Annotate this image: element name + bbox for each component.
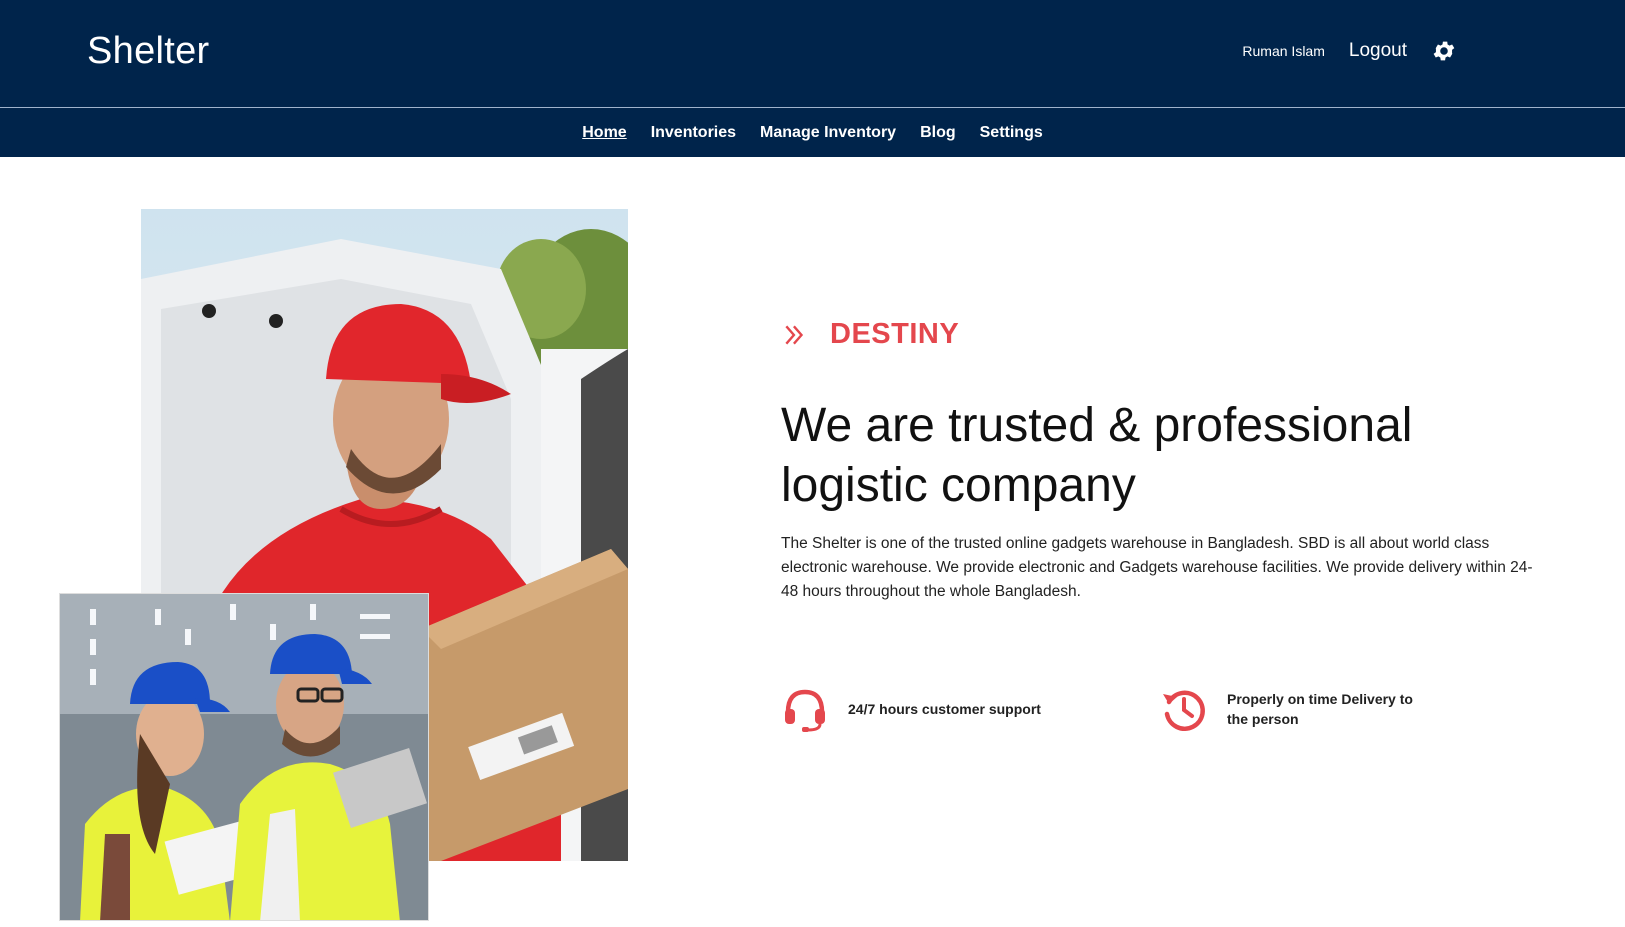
feature-customer-support: 24/7 hours customer support [780, 684, 1068, 734]
section-kicker: DESTINY [782, 318, 959, 351]
nav-manage-inventory[interactable]: Manage Inventory [760, 124, 896, 142]
logout-button[interactable]: Logout [1349, 40, 1407, 62]
headset-icon [785, 689, 825, 732]
user-area: Ruman Islam Logout [1242, 38, 1457, 64]
clock-history-icon [1163, 690, 1205, 732]
warehouse-workers-photo [59, 593, 429, 921]
nav-home[interactable]: Home [582, 124, 626, 142]
feature-text: 24/7 hours customer support [848, 701, 1041, 717]
kicker-text: DESTINY [830, 318, 960, 350]
page-title: We are trusted & professional logistic c… [781, 399, 1413, 512]
double-chevron-right-icon [785, 325, 804, 344]
warehouse-workers-illustration [60, 594, 428, 920]
user-name: Ruman Islam [1242, 43, 1325, 59]
feature-text: Properly on time Delivery to the person [1227, 691, 1413, 727]
company-description: The Shelter is one of the trusted online… [781, 535, 1533, 600]
nav-settings[interactable]: Settings [980, 124, 1043, 142]
nav-blog[interactable]: Blog [920, 124, 956, 142]
top-header: Shelter Ruman Islam Logout [0, 0, 1625, 108]
main-nav: Home Inventories Manage Inventory Blog S… [0, 108, 1625, 157]
brand-logo[interactable]: Shelter [87, 30, 210, 73]
nav-inventories[interactable]: Inventories [651, 124, 736, 142]
feature-on-time-delivery: Properly on time Delivery to the person [1159, 684, 1427, 734]
gear-icon[interactable] [1431, 38, 1457, 64]
